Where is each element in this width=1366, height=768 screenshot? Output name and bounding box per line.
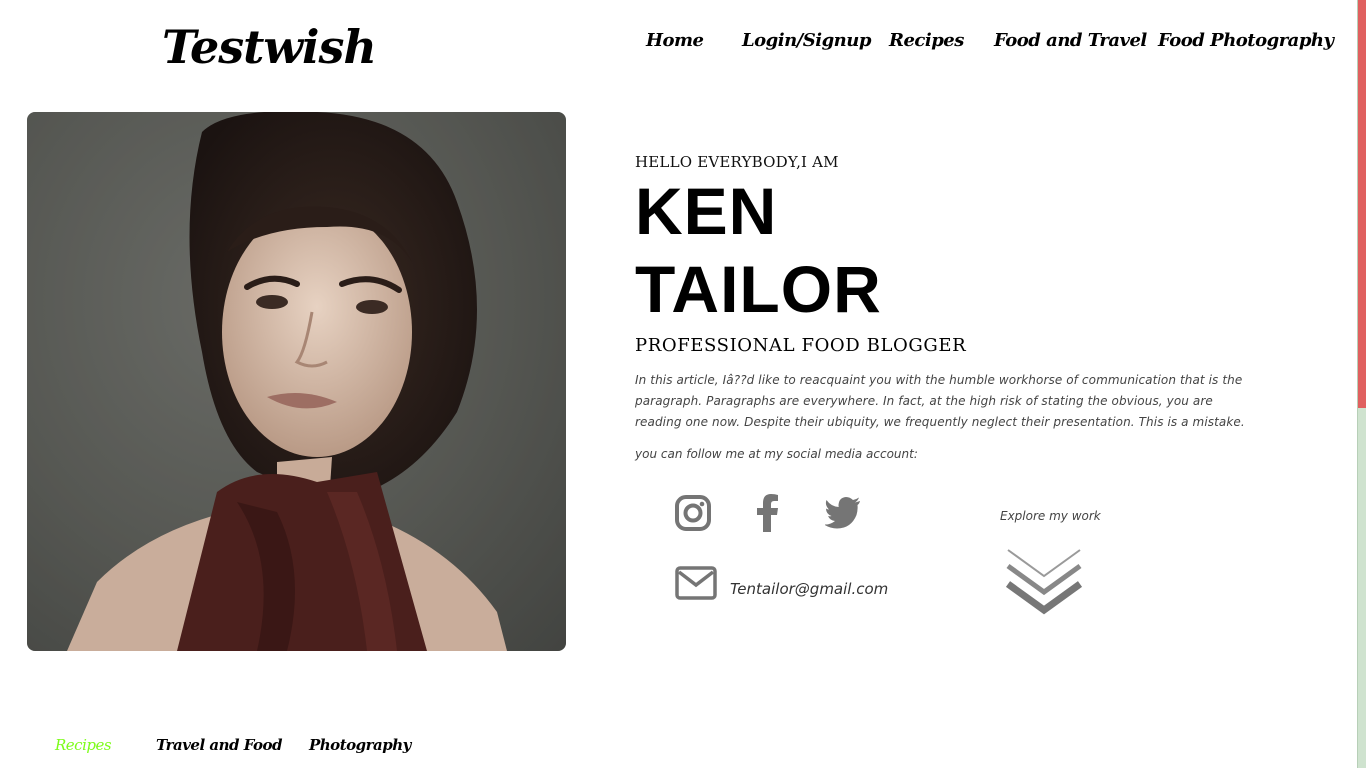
tab-travel-and-food[interactable]: Travel and Food xyxy=(156,736,283,754)
author-role: PROFESSIONAL FOOD BLOGGER xyxy=(635,335,967,356)
bio-paragraph: In this article, Iâ??d like to reacquain… xyxy=(635,373,1245,429)
explore-label: Explore my work xyxy=(1000,509,1101,523)
chevron-down-icon[interactable] xyxy=(1004,546,1086,620)
nav-login-signup[interactable]: Login/Signup xyxy=(742,30,871,51)
greeting-text: HELLO EVERYBODY,I AM xyxy=(635,153,839,171)
site-logo[interactable]: Testwish xyxy=(162,20,377,74)
nav-food-and-travel[interactable]: Food and Travel xyxy=(994,30,1147,51)
nav-home[interactable]: Home xyxy=(646,30,704,51)
email-address[interactable]: Tentailor@gmail.com xyxy=(730,580,888,598)
author-name: KEN TAILOR xyxy=(635,172,882,328)
profile-photo xyxy=(27,112,566,651)
last-name: TAILOR xyxy=(635,252,882,326)
page-scrollbar[interactable] xyxy=(1357,0,1366,768)
instagram-icon[interactable] xyxy=(674,494,712,536)
first-name: KEN xyxy=(635,174,778,248)
nav-recipes[interactable]: Recipes xyxy=(889,30,964,51)
scrollbar-thumb[interactable] xyxy=(1358,0,1366,408)
portrait-illustration xyxy=(27,112,566,651)
nav-food-photography[interactable]: Food Photography xyxy=(1158,30,1334,51)
twitter-icon[interactable] xyxy=(824,497,861,533)
follow-text: you can follow me at my social media acc… xyxy=(635,447,918,461)
mail-icon[interactable] xyxy=(675,566,717,604)
tab-recipes[interactable]: Recipes xyxy=(55,736,112,754)
tab-photography[interactable]: Photography xyxy=(309,736,411,754)
facebook-icon[interactable] xyxy=(755,494,779,536)
